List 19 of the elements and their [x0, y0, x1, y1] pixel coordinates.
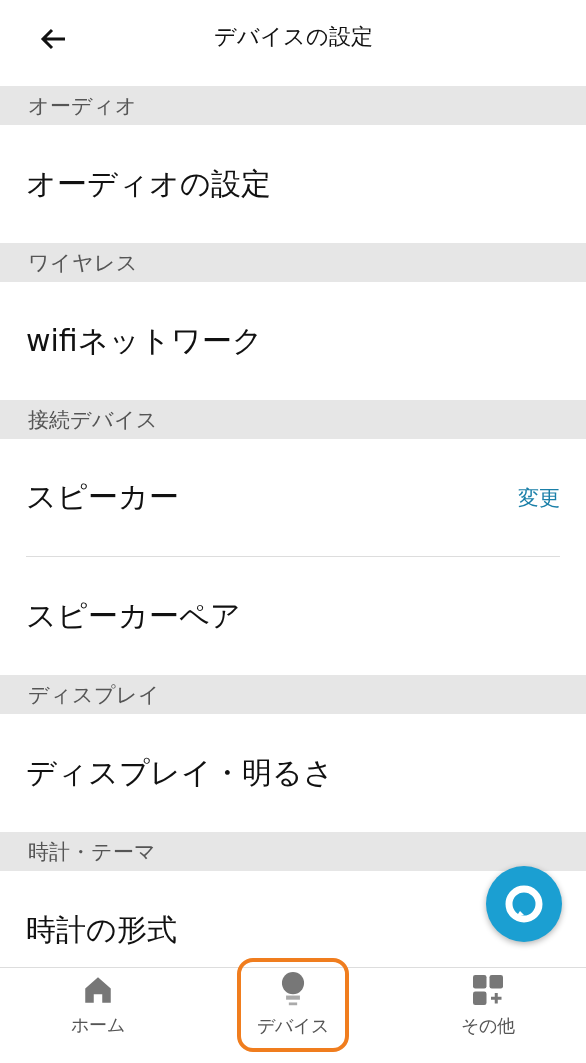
nav-tab[interactable]: その他 [432, 958, 545, 1052]
section-title: ディスプレイ [28, 681, 160, 709]
settings-item[interactable]: スピーカーペア [26, 595, 241, 637]
page-title: デバイスの設定 [212, 23, 374, 51]
settings-item[interactable]: スピーカー [26, 477, 179, 518]
settings-item[interactable]: オーディオの設定 [26, 163, 271, 205]
section-title: オーディオ [28, 92, 137, 120]
change-link[interactable]: 変更 [518, 483, 560, 512]
back-arrow-icon [39, 27, 67, 51]
section-title: ワイヤレス [28, 249, 138, 277]
settings-item[interactable]: wifiネットワーク [26, 320, 263, 362]
settings-item[interactable]: 時計の形式 [26, 909, 177, 951]
section-title: 時計・テーマ [28, 838, 156, 866]
nav-tab[interactable]: デバイス [237, 958, 349, 1052]
lightbulb-icon [280, 972, 306, 1008]
assistant-button[interactable] [486, 866, 562, 942]
settings-item[interactable]: ディスプレイ・明るさ [26, 752, 334, 794]
section-title: 接続デバイス [28, 406, 158, 434]
nav-tab[interactable]: ホーム [41, 958, 154, 1052]
